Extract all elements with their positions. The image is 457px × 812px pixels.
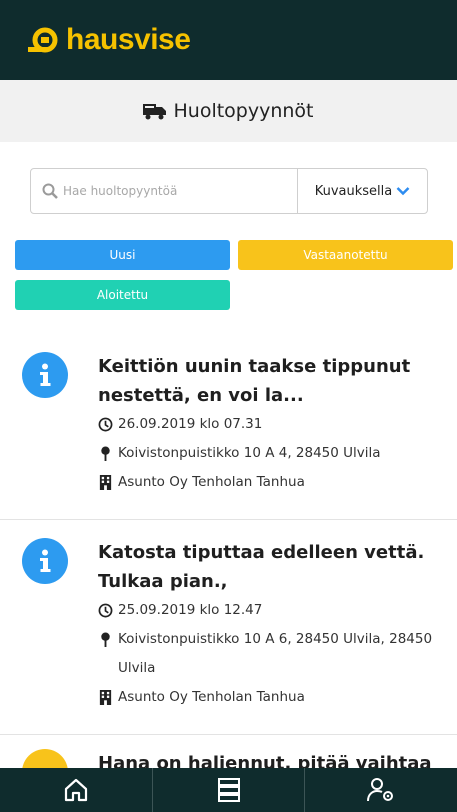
map-pin-icon xyxy=(101,446,110,461)
brand-name: hausvise xyxy=(66,23,191,56)
hausvise-logo-icon xyxy=(28,27,58,53)
building-icon xyxy=(99,475,112,490)
request-title: Katosta tiputtaa edelleen vettä. Tulkaa … xyxy=(98,542,425,592)
request-company-row: Asunto Oy Tenholan Tanhua xyxy=(98,683,447,712)
search-icon xyxy=(42,183,58,199)
app-header: hausvise xyxy=(0,0,457,80)
nav-user-settings[interactable] xyxy=(304,768,457,812)
page-title-bar: Huoltopyynnöt xyxy=(0,80,457,142)
request-datetime: 25.09.2019 klo 12.47 xyxy=(118,602,263,618)
clock-icon xyxy=(98,603,113,618)
page-title: Huoltopyynnöt xyxy=(173,100,314,122)
request-datetime-row: 25.09.2019 klo 12.47 xyxy=(98,596,447,625)
clock-icon xyxy=(98,417,113,432)
filter-uusi-button[interactable]: Uusi xyxy=(15,240,230,270)
search-filter-dropdown[interactable]: Kuvauksella xyxy=(297,169,427,213)
building-list-icon xyxy=(217,778,240,802)
truck-icon xyxy=(143,104,167,120)
request-item[interactable]: Keittiön uunin taakse tippunut nestettä,… xyxy=(0,340,457,520)
info-icon xyxy=(22,352,68,398)
info-icon xyxy=(22,538,68,584)
building-icon xyxy=(99,690,112,705)
request-address: Koivistonpuistikko 10 A 4, 28450 Ulvila xyxy=(118,445,381,461)
search-filter-label: Kuvauksella xyxy=(314,183,393,199)
brand-logo[interactable]: hausvise xyxy=(28,23,191,57)
search-input[interactable] xyxy=(31,169,297,213)
request-list: Keittiön uunin taakse tippunut nestettä,… xyxy=(0,340,457,735)
request-datetime-row: 26.09.2019 klo 07.31 xyxy=(98,410,447,439)
request-company: Asunto Oy Tenholan Tanhua xyxy=(118,689,305,705)
request-item[interactable]: Katosta tiputtaa edelleen vettä. Tulkaa … xyxy=(0,520,457,735)
filter-vastaanotettu-button[interactable]: Vastaanotettu xyxy=(238,240,453,270)
bottom-nav xyxy=(0,768,457,812)
chevron-down-icon xyxy=(396,187,410,196)
map-pin-icon xyxy=(101,632,110,647)
nav-home[interactable] xyxy=(0,768,152,812)
request-address-row: Koivistonpuistikko 10 A 6, 28450 Ulvila,… xyxy=(98,625,447,683)
home-icon xyxy=(64,778,87,802)
filter-aloitettu-button[interactable]: Aloitettu xyxy=(15,280,230,310)
search-bar: Kuvauksella xyxy=(30,168,428,214)
request-datetime: 26.09.2019 klo 07.31 xyxy=(118,416,263,432)
request-company: Asunto Oy Tenholan Tanhua xyxy=(118,474,305,490)
request-title: Keittiön uunin taakse tippunut nestettä,… xyxy=(98,356,411,406)
user-settings-icon xyxy=(367,778,394,802)
nav-buildings[interactable] xyxy=(151,768,305,812)
request-address: Koivistonpuistikko 10 A 6, 28450 Ulvila,… xyxy=(118,631,433,676)
request-address-row: Koivistonpuistikko 10 A 4, 28450 Ulvila xyxy=(98,439,447,468)
request-company-row: Asunto Oy Tenholan Tanhua xyxy=(98,468,447,497)
